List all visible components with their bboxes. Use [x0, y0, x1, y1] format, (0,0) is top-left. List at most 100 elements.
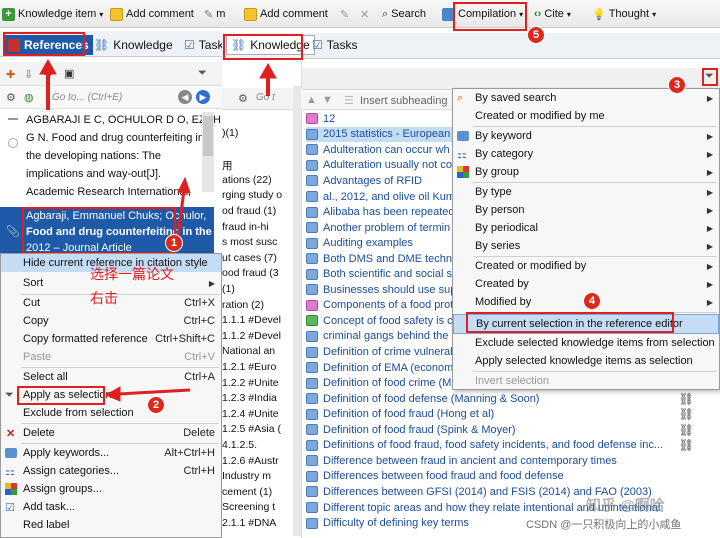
back-arrow-icon[interactable]: ◀	[178, 90, 192, 104]
category-tree-item[interactable]: )(1)	[222, 127, 294, 139]
category-tree-item[interactable]: Screening t	[222, 501, 294, 513]
tab-knowledge-right[interactable]: ⛓ Knowledge	[226, 35, 315, 55]
knowledge-item-row[interactable]: Definition of food fraud (Spink & Moyer)…	[306, 422, 710, 438]
filter-by-keyword[interactable]: By keyword ▶	[453, 127, 719, 145]
cite-menu[interactable]: ‹› Cite ▾	[534, 5, 571, 23]
link-icon[interactable]: ⛓	[679, 438, 694, 452]
filter-by-type[interactable]: By type ▶	[453, 183, 719, 201]
menu-add-task[interactable]: ☑ Add task...	[1, 498, 221, 516]
category-tree-item[interactable]: s most susc	[222, 236, 294, 248]
reference-scrollbar[interactable]	[202, 112, 214, 192]
filter-by-periodical[interactable]: By periodical ▶	[453, 219, 719, 237]
link-icon[interactable]: ⛓	[679, 392, 694, 406]
category-tree-item[interactable]: fraud in-hi	[222, 221, 294, 233]
gear-icon[interactable]: ⚙	[238, 92, 248, 105]
menu-delete[interactable]: ✕ Delete Delete	[1, 424, 221, 442]
knowledge-item-menu[interactable]: + Knowledge item ▾	[2, 5, 103, 23]
menu-paste[interactable]: Paste Ctrl+V	[1, 348, 221, 366]
filter-created-modified-by[interactable]: Created or modified by ▶	[453, 257, 719, 275]
category-tree-item[interactable]: 1.2.1 #Euro	[222, 361, 294, 373]
knowledge-item-row[interactable]: Definitions of food fraud, food safety i…	[306, 438, 710, 454]
category-tree-item[interactable]: od fraud (1)	[222, 205, 294, 217]
filter-apply-selected[interactable]: Apply selected knowledge items as select…	[453, 352, 719, 370]
menu-assign-categories[interactable]: ⚏ Assign categories... Ctrl+H	[1, 462, 221, 480]
category-tree-item[interactable]: 1.2.2 #Unite	[222, 377, 294, 389]
filter-by-category[interactable]: ⚏ By category ▶	[453, 145, 719, 163]
category-tree-item[interactable]: ration (2)	[222, 299, 294, 311]
close-button[interactable]: ✕	[360, 5, 369, 23]
gear-icon[interactable]: ⚙	[6, 91, 16, 104]
add-comment-button-1[interactable]: Add comment	[110, 5, 194, 23]
menu-label: Created or modified by	[475, 260, 587, 272]
menu-apply-keywords[interactable]: Apply keywords... Alt+Ctrl+H	[1, 444, 221, 462]
move-up-icon[interactable]: ▲	[306, 94, 317, 106]
filter-by-person[interactable]: By person ▶	[453, 201, 719, 219]
category-tree-item[interactable]: 1.2.5 #Asia (	[222, 423, 294, 435]
knowledge-item-row[interactable]: Definition of food fraud (Hong et al) ⛓	[306, 406, 710, 422]
insert-subheading-icon[interactable]: ☰	[344, 94, 354, 107]
tab-tasks-right[interactable]: ☑ Tasks	[308, 35, 361, 55]
category-tree-item[interactable]: ood fraud (3	[222, 267, 294, 279]
category-tree-item[interactable]: ations (22)	[222, 174, 294, 186]
filter-exclude-selected[interactable]: Exclude selected knowledge items from se…	[453, 334, 719, 352]
menu-red-label[interactable]: Red label	[1, 516, 221, 534]
knowledge-item-row[interactable]: Difference between fraud in ancient and …	[306, 453, 710, 469]
filter-invert-selection[interactable]: Invert selection	[453, 372, 719, 390]
thought-menu[interactable]: 💡 Thought ▾	[592, 5, 656, 23]
category-tree-item[interactable]: 用	[222, 158, 294, 173]
search-button[interactable]: ⌕ Search	[382, 5, 426, 23]
tab-references[interactable]: References	[4, 35, 93, 55]
category-tree-item[interactable]: 4.1.2.5.	[222, 439, 294, 451]
forward-arrow-icon[interactable]: ▶	[196, 90, 210, 104]
insert-subheading-button[interactable]: Insert subheading	[360, 95, 447, 107]
category-tree-item[interactable]: ut cases (7)	[222, 252, 294, 264]
category-tree-item[interactable]: cement (1)	[222, 486, 294, 498]
edit-button[interactable]: ✎ m	[204, 5, 225, 23]
move-down-icon[interactable]: ▼	[322, 94, 333, 106]
filter-by-group[interactable]: By group ▶	[453, 163, 719, 181]
menu-apply-as-selection[interactable]: ⏷ Apply as selection	[1, 386, 221, 404]
category-tree-item[interactable]: 1.2.6 #Austr	[222, 455, 294, 467]
export-icon[interactable]: ⇨	[44, 67, 53, 80]
category-tree-item[interactable]: National an	[222, 345, 294, 357]
category-tree-item[interactable]: (1)	[222, 283, 294, 295]
menu-label: Sort	[23, 277, 44, 289]
goto-input[interactable]: Go t	[256, 92, 275, 103]
link-icon[interactable]: ⛓	[679, 423, 694, 437]
menu-exclude-from-selection[interactable]: Exclude from selection	[1, 404, 221, 422]
category-tree-item[interactable]: 1.2.3 #India	[222, 392, 294, 404]
add-comment-button-2[interactable]: Add comment	[244, 5, 328, 23]
filter-by-current-selection[interactable]: By current selection in the reference ed…	[453, 314, 719, 334]
knowledge-item-row[interactable]: Differences between food fraud and food …	[306, 469, 710, 485]
window-icon[interactable]: ▣	[64, 67, 74, 80]
middle-scrollbar[interactable]	[293, 86, 301, 536]
category-tree-item[interactable]: Industry m	[222, 470, 294, 482]
filter-created-modified-by-me[interactable]: Created or modified by me	[453, 107, 719, 125]
tab-knowledge[interactable]: ⛓ Knowledge	[90, 35, 177, 55]
filter-icon[interactable]: ⏷	[198, 67, 207, 80]
compilation-menu[interactable]: Compilation ▾	[442, 5, 523, 23]
category-tree-item[interactable]: 1.1.1 #Devel	[222, 314, 294, 326]
filter-created-by[interactable]: Created by ▶	[453, 275, 719, 293]
add-reference-icon[interactable]: ✚	[6, 68, 15, 81]
filter-by-series[interactable]: By series ▶	[453, 237, 719, 255]
link-icon[interactable]: ⛓	[679, 407, 694, 421]
category-tree-item[interactable]: 2.1.1 #DNA	[222, 517, 294, 529]
scrollbar-thumb[interactable]	[203, 116, 213, 156]
reference-item-1[interactable]: AGBARAJI E C, OCHULOR D O, EZEH G N. Foo…	[0, 110, 221, 206]
globe-icon[interactable]: ◍	[24, 91, 34, 104]
filter-icon[interactable]: ⏷	[705, 70, 714, 83]
keyword-icon	[457, 131, 469, 141]
knowledge-item-row[interactable]: Definition of food defense (Manning & So…	[306, 391, 710, 407]
menu-select-all[interactable]: Select all Ctrl+A	[1, 368, 221, 386]
category-tree-item[interactable]: rging study o	[222, 189, 294, 201]
pencil-button[interactable]: ✎	[340, 5, 349, 23]
category-tree-item[interactable]: 1.2.4 #Unite	[222, 408, 294, 420]
menu-copy[interactable]: Copy Ctrl+C	[1, 312, 221, 330]
goto-input[interactable]: Go to... (Ctrl+E)	[52, 90, 172, 106]
menu-assign-groups[interactable]: Assign groups...	[1, 480, 221, 498]
tab-tasks[interactable]: ☑ Task	[180, 35, 227, 55]
import-icon[interactable]: ⇩	[24, 68, 33, 81]
category-tree-item[interactable]: 1.1.2 #Devel	[222, 330, 294, 342]
menu-copy-formatted[interactable]: Copy formatted reference Ctrl+Shift+C	[1, 330, 221, 348]
